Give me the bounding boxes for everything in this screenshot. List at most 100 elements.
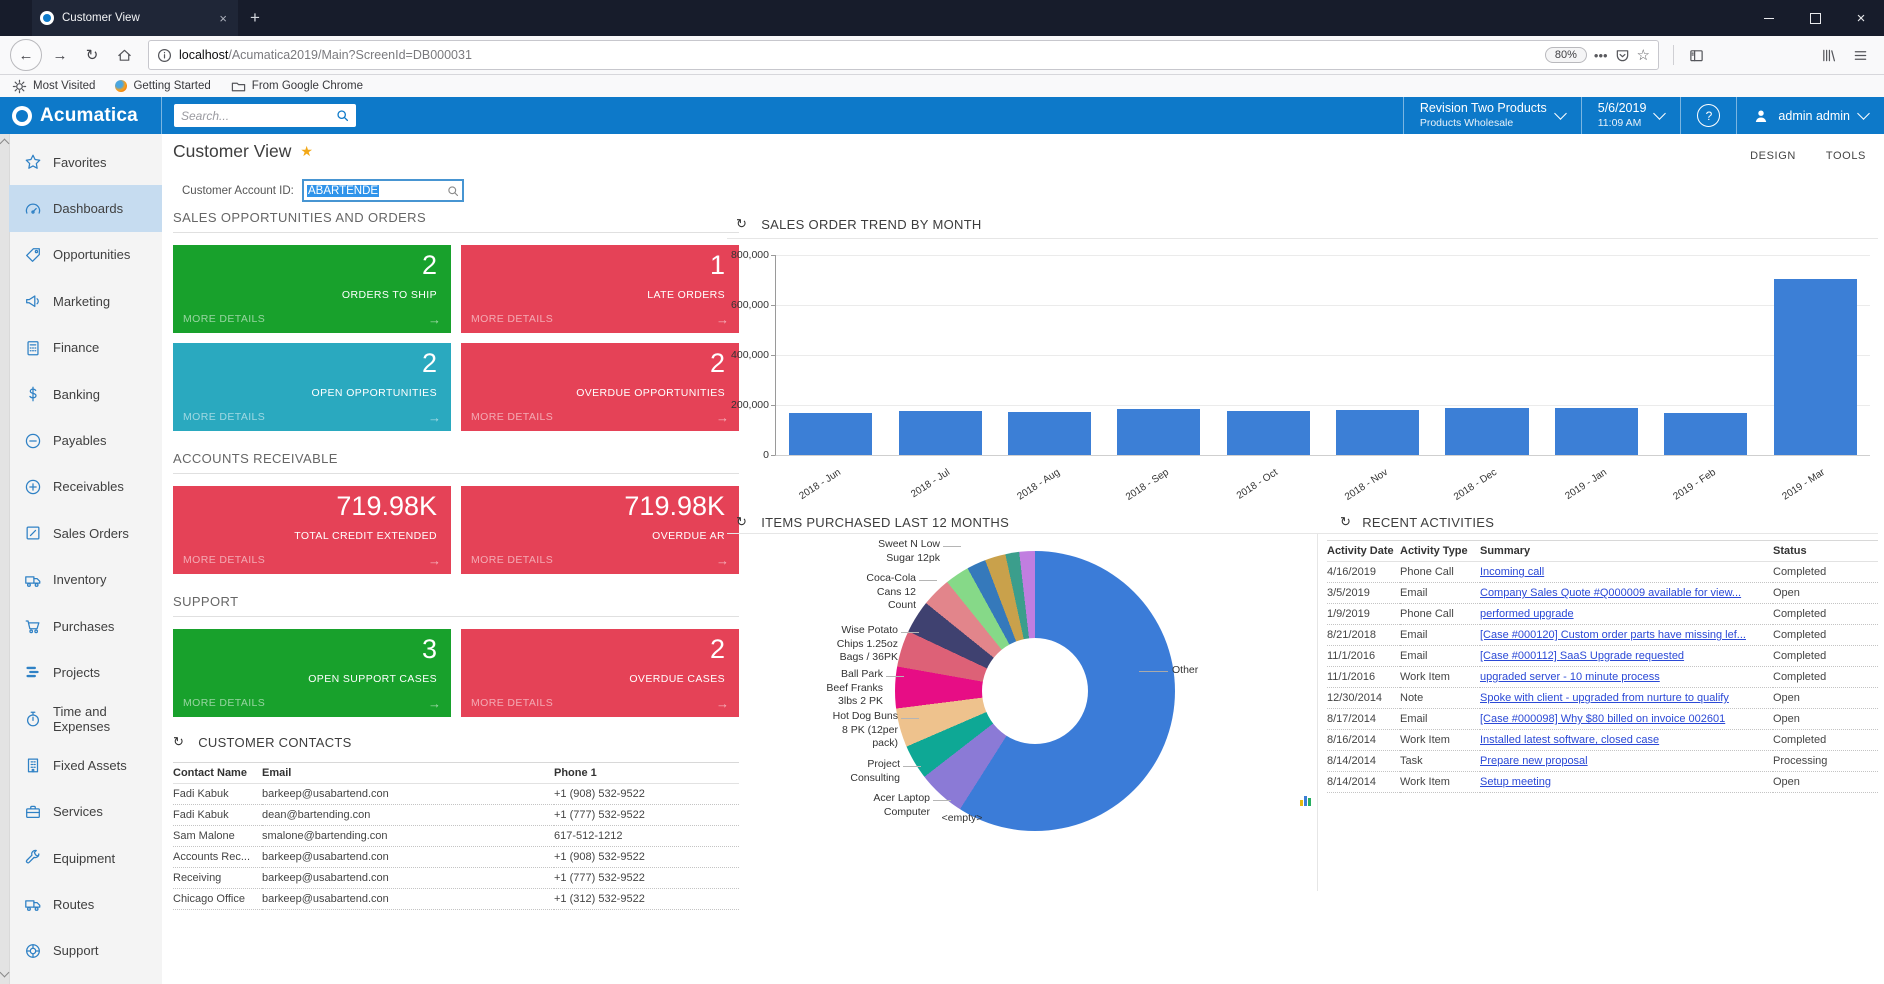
library-icon[interactable]	[1814, 41, 1842, 69]
sidebar-item-projects[interactable]: Projects	[9, 649, 162, 695]
kpi-tile[interactable]: 1LATE ORDERSMORE DETAILS→	[461, 245, 739, 333]
activity-row[interactable]: 8/14/2014Work ItemSetup meetingOpen	[1327, 772, 1878, 793]
activity-row[interactable]: 11/1/2016Work Itemupgraded server - 10 m…	[1327, 667, 1878, 688]
contact-row[interactable]: Fadi Kabukbarkeep@usabartend.con+1 (908)…	[173, 784, 739, 805]
kpi-tile[interactable]: 2OVERDUE OPPORTUNITIESMORE DETAILS→	[461, 343, 739, 431]
company-selector[interactable]: Revision Two Products Products Wholesale	[1403, 97, 1581, 134]
contact-row[interactable]: Accounts Rec...barkeep@usabartend.con+1 …	[173, 847, 739, 868]
url-bar[interactable]: localhost/Acumatica2019/Main?ScreenId=DB…	[148, 40, 1659, 70]
bookmark-getting-started[interactable]: Getting Started	[115, 80, 210, 92]
zoom-level-badge[interactable]: 80%	[1545, 47, 1587, 63]
more-details-link[interactable]: MORE DETAILS	[183, 554, 265, 566]
trend-bar[interactable]	[1227, 411, 1310, 456]
contact-row[interactable]: Receivingbarkeep@usabartend.con+1 (777) …	[173, 868, 739, 889]
activity-summary-link[interactable]: Company Sales Quote #Q000009 available f…	[1480, 587, 1741, 599]
sidebar-item-dashboards[interactable]: Dashboards	[9, 185, 162, 231]
mini-chart-ic on[interactable]	[1300, 796, 1311, 806]
more-details-link[interactable]: MORE DETAILS	[183, 313, 265, 325]
contact-row[interactable]: Sam Malonesmalone@bartending.con617-512-…	[173, 826, 739, 847]
more-details-link[interactable]: MORE DETAILS	[183, 697, 265, 709]
arrow-right-icon[interactable]: →	[428, 553, 441, 568]
url-text[interactable]: localhost/Acumatica2019/Main?ScreenId=DB…	[179, 48, 1538, 62]
activity-row[interactable]: 8/21/2018Email[Case #000120] Custom orde…	[1327, 625, 1878, 646]
sidebar-item-inventory[interactable]: Inventory	[9, 557, 162, 603]
site-info-icon[interactable]	[157, 48, 172, 63]
contact-row[interactable]: Chicago Officebarkeep@usabartend.con+1 (…	[173, 889, 739, 910]
arrow-right-icon[interactable]: →	[428, 410, 441, 425]
trend-bar[interactable]	[1774, 279, 1857, 455]
activity-summary-link[interactable]: Spoke with client - upgraded from nurtur…	[1480, 692, 1729, 704]
sidebar-item-services[interactable]: Services	[9, 788, 162, 834]
date-selector[interactable]: 5/6/2019 11:09 AM	[1581, 97, 1681, 134]
favorite-star-icon[interactable]: ★	[300, 143, 313, 160]
refresh-icon[interactable]: ↻	[1340, 514, 1351, 530]
kpi-tile[interactable]: 2ORDERS TO SHIPMORE DETAILS→	[173, 245, 451, 333]
arrow-right-icon[interactable]: →	[428, 696, 441, 711]
sidebar-item-time-and-expenses[interactable]: Time and Expenses	[9, 696, 162, 742]
activity-summary-link[interactable]: [Case #000112] SaaS Upgrade requested	[1480, 650, 1684, 662]
activity-summary-link[interactable]: Installed latest software, closed case	[1480, 734, 1659, 746]
sidebar-item-sales-orders[interactable]: Sales Orders	[9, 510, 162, 556]
column-header[interactable]: Contact Name	[173, 763, 262, 784]
more-details-link[interactable]: MORE DETAILS	[183, 411, 265, 423]
trend-bar[interactable]	[1555, 408, 1638, 455]
home-button[interactable]	[110, 41, 138, 69]
kpi-tile[interactable]: 3OPEN SUPPORT CASESMORE DETAILS→	[173, 629, 451, 717]
column-header[interactable]: Activity Date	[1327, 541, 1400, 562]
activity-row[interactable]: 4/16/2019Phone CallIncoming callComplete…	[1327, 562, 1878, 583]
back-button[interactable]: ←	[10, 39, 42, 71]
refresh-icon[interactable]: ↻	[173, 734, 184, 750]
more-details-link[interactable]: MORE DETAILS	[471, 411, 553, 423]
sidebar-item-support[interactable]: Support	[9, 928, 162, 974]
menu-hamburger-icon[interactable]	[1846, 41, 1874, 69]
sidebar-panel-icon[interactable]	[1682, 41, 1710, 69]
more-details-link[interactable]: MORE DETAILS	[471, 554, 553, 566]
kpi-tile[interactable]: 719.98KOVERDUE ARMORE DETAILS→	[461, 486, 739, 574]
kpi-tile[interactable]: 719.98KTOTAL CREDIT EXTENDEDMORE DETAILS…	[173, 486, 451, 574]
sidebar-item-routes[interactable]: Routes	[9, 881, 162, 927]
page-actions-icon[interactable]: •••	[1594, 48, 1608, 63]
activity-summary-link[interactable]: Setup meeting	[1480, 776, 1551, 788]
kpi-tile[interactable]: 2OVERDUE CASESMORE DETAILS→	[461, 629, 739, 717]
activity-summary-link[interactable]: [Case #000120] Custom order parts have m…	[1480, 629, 1746, 641]
activity-summary-link[interactable]: Prepare new proposal	[1480, 755, 1588, 767]
sidebar-item-receivables[interactable]: Receivables	[9, 464, 162, 510]
contact-row[interactable]: Fadi Kabukdean@bartending.con+1 (777) 53…	[173, 805, 739, 826]
minimize-button[interactable]	[1746, 0, 1792, 36]
design-link[interactable]: DESIGN	[1750, 150, 1796, 162]
trend-bar[interactable]	[1336, 410, 1419, 456]
sidebar-item-payables[interactable]: Payables	[9, 417, 162, 463]
reload-button[interactable]: ↻	[78, 41, 106, 69]
more-details-link[interactable]: MORE DETAILS	[471, 697, 553, 709]
acumatica-logo[interactable]: Acumatica	[0, 97, 162, 134]
trend-bar[interactable]	[899, 411, 982, 455]
sidebar-item-banking[interactable]: Banking	[9, 371, 162, 417]
sidebar-item-purchases[interactable]: Purchases	[9, 603, 162, 649]
column-header[interactable]: Activity Type	[1400, 541, 1480, 562]
sidebar-item-marketing[interactable]: Marketing	[9, 278, 162, 324]
activity-summary-link[interactable]: upgraded server - 10 minute process	[1480, 671, 1660, 683]
refresh-icon[interactable]: ↻	[736, 216, 747, 232]
bookmark-star-icon[interactable]: ☆	[1637, 46, 1650, 64]
tools-link[interactable]: TOOLS	[1826, 150, 1866, 162]
sidebar-item-fixed-assets[interactable]: Fixed Assets	[9, 742, 162, 788]
sidebar-item-opportunities[interactable]: Opportunities	[9, 232, 162, 278]
activity-row[interactable]: 12/30/2014NoteSpoke with client - upgrad…	[1327, 688, 1878, 709]
activity-row[interactable]: 1/9/2019Phone Callperformed upgradeCompl…	[1327, 604, 1878, 625]
sidebar-item-equipment[interactable]: Equipment	[9, 835, 162, 881]
forward-button[interactable]: →	[46, 41, 74, 69]
close-tab-icon[interactable]: ×	[216, 10, 230, 27]
refresh-icon[interactable]: ↻	[736, 514, 747, 530]
kpi-tile[interactable]: 2OPEN OPPORTUNITIESMORE DETAILS→	[173, 343, 451, 431]
maximize-button[interactable]	[1792, 0, 1838, 36]
new-tab-button[interactable]: +	[238, 0, 272, 36]
bookmark-from-google-chrome[interactable]: From Google Chrome	[231, 79, 363, 94]
browser-tab[interactable]: Customer View ×	[32, 0, 238, 36]
column-header[interactable]: Status	[1773, 541, 1878, 562]
activity-row[interactable]: 8/14/2014TaskPrepare new proposalProcess…	[1327, 751, 1878, 772]
activity-summary-link[interactable]: [Case #000098] Why $80 billed on invoice…	[1480, 713, 1725, 725]
user-menu[interactable]: admin admin	[1736, 97, 1884, 134]
bookmark-most-visited[interactable]: Most Visited	[12, 79, 95, 94]
pocket-icon[interactable]	[1615, 48, 1630, 63]
activity-summary-link[interactable]: Incoming call	[1480, 566, 1544, 578]
